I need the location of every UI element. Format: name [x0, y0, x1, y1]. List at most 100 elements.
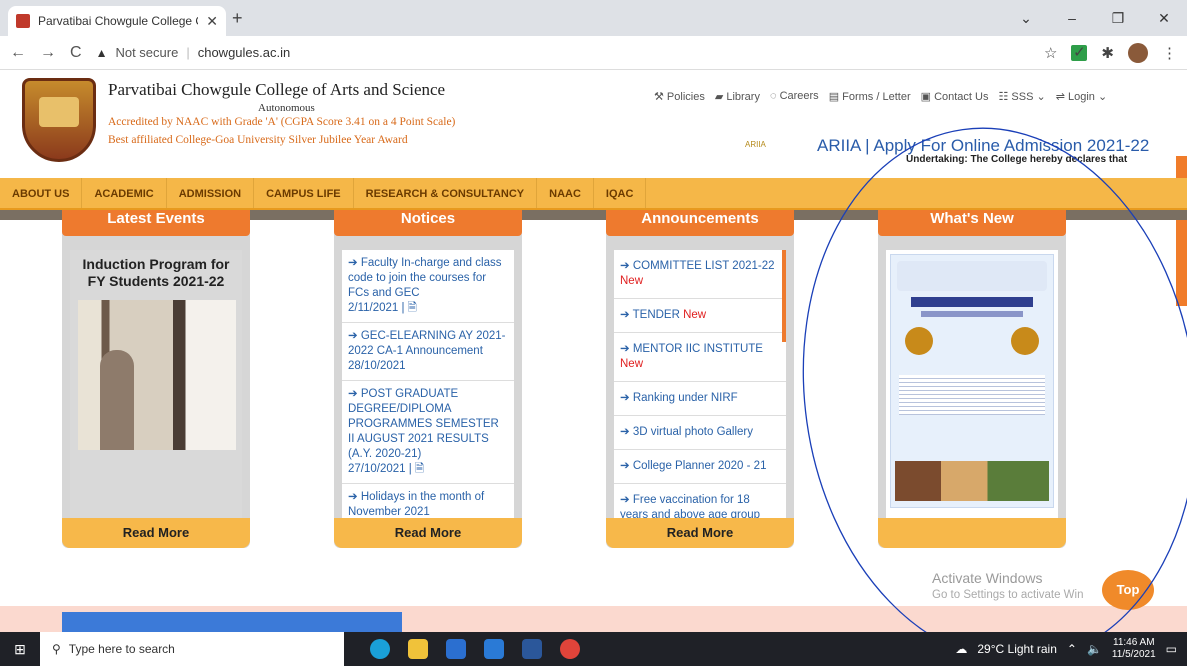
announcement-text: 3D virtual photo Gallery [632, 426, 754, 438]
card-title: Announcements [606, 210, 794, 236]
sss-dropdown[interactable]: ☷ SSS ⌄ [998, 90, 1045, 103]
main-nav: ABOUT US ACADEMIC ADMISSION CAMPUS LIFE … [0, 178, 1187, 210]
new-badge: New [683, 309, 707, 321]
tab-search-button[interactable]: ⌄ [1003, 0, 1049, 36]
contact-link[interactable]: ▣ Contact Us [921, 90, 989, 103]
announcements-list: ➔ COMMITTEE LIST 2021-22 New ➔ TENDER Ne… [614, 250, 786, 520]
forward-icon[interactable]: → [40, 44, 56, 62]
tray-chevron-icon[interactable]: ⌃ [1067, 642, 1077, 656]
mail-icon[interactable] [484, 639, 504, 659]
notifications-icon[interactable]: ▭ [1166, 642, 1177, 656]
browser-tab[interactable]: Parvatibai Chowgule College Of A ✕ [8, 6, 226, 36]
announcement-text: Ranking under NIRF [632, 392, 738, 404]
ariia-marquee[interactable]: ARIIA | Apply For Online Admission 2021-… [817, 136, 1149, 156]
site-header: Parvatibai Chowgule College of Arts and … [0, 70, 1187, 172]
list-item[interactable]: ➔ COMMITTEE LIST 2021-22 New [614, 250, 786, 299]
tab-close-icon[interactable]: ✕ [206, 13, 218, 30]
activate-windows-subtitle: Go to Settings to activate Win [932, 589, 1084, 601]
windows-start-icon[interactable]: ⊞ [0, 641, 40, 658]
search-icon: ⚲ [52, 642, 61, 656]
list-item[interactable]: ➔ Faculty In-charge and class code to jo… [342, 250, 514, 323]
poster-text-block [899, 375, 1045, 415]
list-item[interactable]: ➔ TENDER New [614, 299, 786, 333]
list-item[interactable]: ➔ Free vaccination for 18 years and abov… [614, 484, 786, 520]
announcement-text: Free vaccination for 18 years and above … [620, 494, 761, 520]
nav-admission[interactable]: ADMISSION [167, 178, 255, 208]
event-title[interactable]: Induction Program for FY Students 2021-2… [70, 250, 242, 290]
award-text: Best affiliated College-Goa University S… [108, 134, 408, 146]
card-body: Induction Program for FY Students 2021-2… [70, 250, 242, 520]
poster-header [897, 261, 1047, 291]
browser-menu-icon[interactable]: ⋮ [1162, 44, 1177, 62]
poster-photo-strip [895, 461, 1049, 501]
card-body [886, 250, 1058, 520]
extension-check-icon[interactable]: ✓ [1071, 44, 1088, 61]
announcement-text: TENDER [632, 309, 680, 321]
poster-title-bar [911, 297, 1033, 307]
url-text[interactable]: chowgules.ac.in [198, 45, 291, 60]
bookmark-star-icon[interactable]: ☆ [1044, 44, 1057, 62]
careers-link[interactable]: ◌ Careers [770, 90, 819, 103]
list-item[interactable]: ➔ GEC-ELEARNING AY 2021-2022 CA-1 Announ… [342, 323, 514, 381]
reload-icon[interactable]: C [70, 44, 82, 62]
read-more-button[interactable]: Read More [606, 518, 794, 548]
edge-icon[interactable] [370, 639, 390, 659]
scrollbar[interactable] [782, 250, 786, 342]
announcement-text: COMMITTEE LIST 2021-22 [632, 260, 775, 272]
atal-logo [1011, 327, 1039, 355]
nav-campus-life[interactable]: CAMPUS LIFE [254, 178, 354, 208]
security-label: Not secure [115, 45, 179, 60]
read-more-button[interactable]: Read More [334, 518, 522, 548]
activate-windows-title: Activate Windows [932, 570, 1043, 586]
weather-text[interactable]: 29°C Light rain [977, 642, 1057, 656]
forms-link[interactable]: ▤ Forms / Letter [829, 90, 911, 103]
close-window-button[interactable]: ✕ [1141, 0, 1187, 36]
library-link[interactable]: ▰ Library [715, 90, 760, 103]
file-explorer-icon[interactable] [408, 639, 428, 659]
minimize-button[interactable]: – [1049, 0, 1095, 36]
list-item[interactable]: ➔ Holidays in the month of November 2021 [342, 484, 514, 520]
read-more-button[interactable] [878, 518, 1066, 548]
taskbar-apps [370, 639, 580, 659]
extensions-puzzle-icon[interactable]: ✱ [1101, 44, 1114, 62]
word-icon[interactable] [522, 639, 542, 659]
chrome-icon[interactable] [560, 639, 580, 659]
maximize-button[interactable]: ❐ [1095, 0, 1141, 36]
nav-about-us[interactable]: ABOUT US [0, 178, 83, 208]
nav-naac[interactable]: NAAC [537, 178, 594, 208]
profile-avatar[interactable] [1128, 42, 1148, 63]
clock[interactable]: 11:46 AM 11/5/2021 [1112, 637, 1156, 661]
careers-label: Careers [779, 90, 819, 102]
back-icon[interactable]: ← [10, 44, 26, 62]
list-item[interactable]: ➔ MENTOR IIC INSTITUTE New [614, 333, 786, 382]
nav-academic[interactable]: ACADEMIC [82, 178, 167, 208]
fdp-poster-image[interactable] [890, 254, 1054, 508]
college-logo[interactable] [22, 78, 96, 162]
back-to-top-button[interactable]: Top [1102, 570, 1154, 610]
event-photo[interactable] [78, 300, 236, 450]
ariia-logo-text: ARIIA [745, 140, 766, 149]
list-item[interactable]: ➔ Ranking under NIRF [614, 382, 786, 416]
clock-date: 11/5/2021 [1111, 649, 1156, 660]
library-label: Library [726, 91, 760, 103]
sss-label: SSS ⌄ [1011, 91, 1046, 103]
list-item[interactable]: ➔ POST GRADUATE DEGREE/DIPLOMA PROGRAMME… [342, 381, 514, 484]
undertaking-marquee: Undertaking: The College hereby declares… [906, 154, 1128, 165]
read-more-button[interactable]: Read More [62, 518, 250, 548]
nav-iqac[interactable]: IQAC [594, 178, 647, 208]
notice-date: 27/10/2021 | 🗎 [348, 463, 425, 475]
card-title: Latest Events [62, 210, 250, 236]
list-item[interactable]: ➔ College Planner 2020 - 21 [614, 450, 786, 484]
policies-link[interactable]: ⚒ Policies [654, 90, 705, 103]
list-item[interactable]: ➔ 3D virtual photo Gallery [614, 416, 786, 450]
announcements-card: Announcements ➔ COMMITTEE LIST 2021-22 N… [606, 210, 794, 548]
taskbar-search[interactable]: ⚲ Type here to search [40, 632, 344, 666]
store-icon[interactable] [446, 639, 466, 659]
login-dropdown[interactable]: ⇌ Login ⌄ [1056, 90, 1107, 103]
nav-research[interactable]: RESEARCH & CONSULTANCY [354, 178, 538, 208]
volume-icon[interactable]: 🔈 [1087, 642, 1102, 656]
omnibox[interactable]: ▲ Not secure | chowgules.ac.in [96, 45, 291, 60]
clock-time: 11:46 AM [1113, 637, 1155, 648]
college-name: Parvatibai Chowgule College of Arts and … [108, 80, 446, 99]
new-tab-button[interactable]: + [232, 8, 243, 29]
